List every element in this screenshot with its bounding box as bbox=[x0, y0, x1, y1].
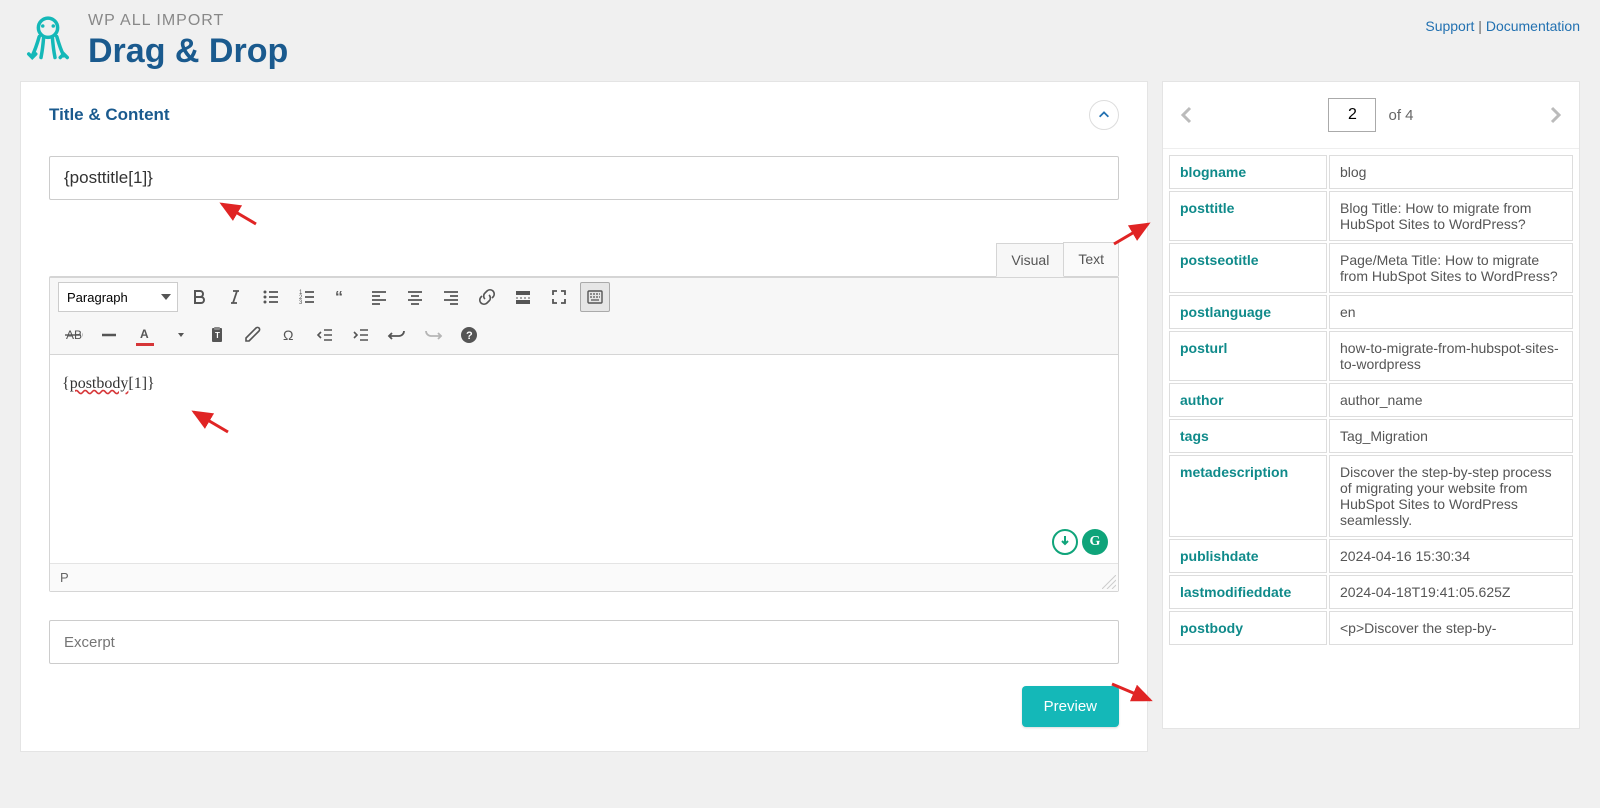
record-number-input[interactable] bbox=[1328, 98, 1376, 132]
record-fields-scroll[interactable]: blognameblogposttitleBlog Title: How to … bbox=[1163, 148, 1579, 728]
field-key[interactable]: posttitle bbox=[1169, 191, 1327, 241]
bold-button[interactable] bbox=[184, 282, 214, 312]
svg-text:A: A bbox=[140, 327, 149, 341]
italic-button[interactable] bbox=[220, 282, 250, 312]
bullet-list-button[interactable] bbox=[256, 282, 286, 312]
documentation-link[interactable]: Documentation bbox=[1486, 18, 1580, 34]
svg-text:?: ? bbox=[466, 330, 473, 342]
table-row[interactable]: postbody<p>Discover the step-by- bbox=[1169, 611, 1573, 645]
svg-text:“: “ bbox=[335, 289, 343, 306]
undo-button[interactable] bbox=[382, 320, 412, 350]
field-value[interactable]: en bbox=[1329, 295, 1573, 329]
prev-record-button[interactable] bbox=[1173, 101, 1201, 129]
align-center-button[interactable] bbox=[400, 282, 430, 312]
field-key[interactable]: posturl bbox=[1169, 331, 1327, 381]
table-row[interactable]: authorauthor_name bbox=[1169, 383, 1573, 417]
content-editor: Paragraph 123 “ bbox=[49, 276, 1119, 592]
field-value[interactable]: 2024-04-16 15:30:34 bbox=[1329, 539, 1573, 573]
field-value[interactable]: 2024-04-18T19:41:05.625Z bbox=[1329, 575, 1573, 609]
field-value[interactable]: how-to-migrate-from-hubspot-sites-to-wor… bbox=[1329, 331, 1573, 381]
field-key[interactable]: postlanguage bbox=[1169, 295, 1327, 329]
section-title: Title & Content bbox=[49, 105, 170, 125]
tab-text[interactable]: Text bbox=[1063, 242, 1119, 276]
field-value[interactable]: blog bbox=[1329, 155, 1573, 189]
field-key[interactable]: blogname bbox=[1169, 155, 1327, 189]
format-select[interactable]: Paragraph bbox=[58, 282, 178, 312]
record-preview-panel: of 4 blognameblogposttitleBlog Title: Ho… bbox=[1162, 81, 1580, 729]
support-link[interactable]: Support bbox=[1425, 18, 1474, 34]
paste-text-button[interactable]: T bbox=[202, 320, 232, 350]
field-value[interactable]: Blog Title: How to migrate from HubSpot … bbox=[1329, 191, 1573, 241]
clear-formatting-button[interactable] bbox=[238, 320, 268, 350]
fullscreen-button[interactable] bbox=[544, 282, 574, 312]
table-row[interactable]: publishdate2024-04-16 15:30:34 bbox=[1169, 539, 1573, 573]
table-row[interactable]: blognameblog bbox=[1169, 155, 1573, 189]
read-more-button[interactable] bbox=[508, 282, 538, 312]
collapse-toggle[interactable] bbox=[1089, 100, 1119, 130]
record-fields-table: blognameblogposttitleBlog Title: How to … bbox=[1163, 149, 1579, 651]
help-button[interactable]: ? bbox=[454, 320, 484, 350]
table-row[interactable]: lastmodifieddate2024-04-18T19:41:05.625Z bbox=[1169, 575, 1573, 609]
chevron-right-icon bbox=[1545, 105, 1565, 125]
redo-button[interactable] bbox=[418, 320, 448, 350]
post-title-input[interactable] bbox=[49, 156, 1119, 200]
blockquote-button[interactable]: “ bbox=[328, 282, 358, 312]
table-row[interactable]: postlanguageen bbox=[1169, 295, 1573, 329]
page-title: Drag & Drop bbox=[88, 32, 288, 71]
field-key[interactable]: lastmodifieddate bbox=[1169, 575, 1327, 609]
editor-status-bar: P bbox=[50, 563, 1118, 591]
chevron-left-icon bbox=[1177, 105, 1197, 125]
preview-button[interactable]: Preview bbox=[1022, 686, 1119, 727]
header-links: Support | Documentation bbox=[1425, 18, 1580, 34]
svg-text:Ω: Ω bbox=[283, 327, 293, 343]
field-value[interactable]: author_name bbox=[1329, 383, 1573, 417]
text-color-button[interactable]: A bbox=[130, 320, 160, 350]
field-key[interactable]: postseotitle bbox=[1169, 243, 1327, 293]
table-row[interactable]: postseotitlePage/Meta Title: How to migr… bbox=[1169, 243, 1573, 293]
chevron-up-icon bbox=[1097, 108, 1111, 122]
text-color-dropdown[interactable] bbox=[166, 320, 196, 350]
link-button[interactable] bbox=[472, 282, 502, 312]
field-value[interactable]: <p>Discover the step-by- bbox=[1329, 611, 1573, 645]
grammarly-tone-icon[interactable] bbox=[1052, 529, 1078, 555]
numbered-list-button[interactable]: 123 bbox=[292, 282, 322, 312]
svg-text:3: 3 bbox=[299, 300, 303, 306]
toolbar-toggle-button[interactable] bbox=[580, 282, 610, 312]
field-key[interactable]: publishdate bbox=[1169, 539, 1327, 573]
table-row[interactable]: tagsTag_Migration bbox=[1169, 419, 1573, 453]
field-value[interactable]: Discover the step-by-step process of mig… bbox=[1329, 455, 1573, 537]
table-row[interactable]: posttitleBlog Title: How to migrate from… bbox=[1169, 191, 1573, 241]
resize-handle-icon[interactable] bbox=[1102, 575, 1116, 589]
align-left-button[interactable] bbox=[364, 282, 394, 312]
content-textarea[interactable]: {postbody[1]} G bbox=[50, 355, 1118, 563]
wpai-logo-icon bbox=[20, 12, 76, 68]
field-value[interactable]: Page/Meta Title: How to migrate from Hub… bbox=[1329, 243, 1573, 293]
svg-text:T: T bbox=[215, 331, 220, 340]
indent-button[interactable] bbox=[346, 320, 376, 350]
table-row[interactable]: metadescriptionDiscover the step-by-step… bbox=[1169, 455, 1573, 537]
field-value[interactable]: Tag_Migration bbox=[1329, 419, 1573, 453]
align-right-button[interactable] bbox=[436, 282, 466, 312]
editor-toolbar: Paragraph 123 “ bbox=[50, 277, 1118, 355]
horizontal-rule-button[interactable] bbox=[94, 320, 124, 350]
next-record-button[interactable] bbox=[1541, 101, 1569, 129]
record-total: of 4 bbox=[1388, 107, 1413, 124]
excerpt-input[interactable] bbox=[49, 620, 1119, 664]
field-key[interactable]: postbody bbox=[1169, 611, 1327, 645]
table-row[interactable]: posturlhow-to-migrate-from-hubspot-sites… bbox=[1169, 331, 1573, 381]
field-key[interactable]: metadescription bbox=[1169, 455, 1327, 537]
app-name: WP ALL IMPORT bbox=[88, 12, 288, 30]
field-key[interactable]: tags bbox=[1169, 419, 1327, 453]
grammarly-icon[interactable]: G bbox=[1082, 529, 1108, 555]
title-content-panel: Title & Content Visual Text Paragraph bbox=[20, 81, 1148, 752]
special-character-button[interactable]: Ω bbox=[274, 320, 304, 350]
outdent-button[interactable] bbox=[310, 320, 340, 350]
strikethrough-button[interactable]: ABC bbox=[58, 320, 88, 350]
field-key[interactable]: author bbox=[1169, 383, 1327, 417]
tab-visual[interactable]: Visual bbox=[996, 243, 1064, 277]
